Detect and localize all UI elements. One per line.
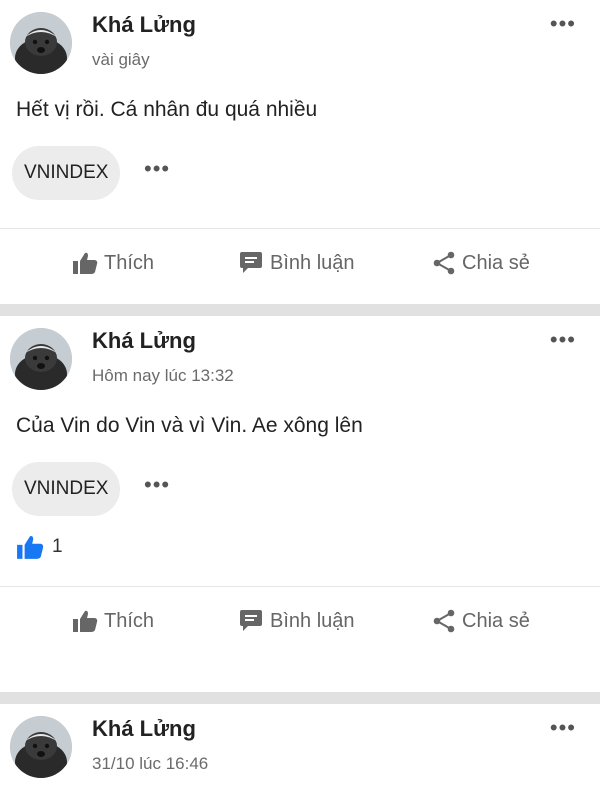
more-options-icon[interactable]: ••• xyxy=(550,13,576,35)
post-timestamp: vài giây xyxy=(92,50,150,69)
thumbs-up-icon xyxy=(73,252,98,274)
post-separator xyxy=(0,692,600,704)
post: Khá Lửng vài giây ••• Hết vị rồi. Cá nhâ… xyxy=(0,0,600,304)
stock-tag[interactable]: VNINDEX xyxy=(12,146,121,200)
comment-bubble-icon xyxy=(240,610,262,631)
post-separator xyxy=(0,304,600,316)
avatar[interactable] xyxy=(10,716,72,778)
share-icon xyxy=(433,251,455,275)
more-options-icon[interactable]: ••• xyxy=(550,329,576,351)
post-header: Khá Lửng vài giây ••• xyxy=(0,0,600,80)
share-label: Chia sẻ xyxy=(462,609,530,632)
post-text: Của Vin do Vin và vì Vin. Ae xông lên xyxy=(16,414,363,437)
post-timestamp: 31/10 lúc 16:46 xyxy=(92,754,209,773)
post-header: Khá Lửng Hôm nay lúc 13:32 ••• xyxy=(0,316,600,396)
comment-button[interactable]: Bình luận xyxy=(238,607,355,635)
author-name[interactable]: Khá Lửng xyxy=(92,12,196,38)
like-label: Thích xyxy=(104,609,155,632)
action-bar: Thích Bình luận Chia sẻ xyxy=(0,229,600,295)
post-text: Hết vị rồi. Cá nhân đu quá nhiều xyxy=(16,98,318,121)
share-icon xyxy=(433,609,455,633)
avatar[interactable] xyxy=(10,328,72,390)
like-button[interactable]: Thích xyxy=(72,249,154,277)
share-button[interactable]: Chia sẻ xyxy=(432,607,530,635)
author-name[interactable]: Khá Lửng xyxy=(92,716,196,742)
comment-bubble-icon xyxy=(240,252,262,273)
author-name[interactable]: Khá Lửng xyxy=(92,328,196,354)
more-options-icon[interactable]: ••• xyxy=(550,717,576,739)
post-header: Khá Lửng 31/10 lúc 16:46 ••• xyxy=(0,704,600,784)
post-timestamp: Hôm nay lúc 13:32 xyxy=(92,366,234,385)
post: Khá Lửng 31/10 lúc 16:46 ••• xyxy=(0,704,600,800)
thumbs-up-icon xyxy=(73,610,98,632)
avatar[interactable] xyxy=(10,12,72,74)
like-button[interactable]: Thích xyxy=(72,607,154,635)
tag-more-icon[interactable]: ••• xyxy=(144,156,170,182)
tag-more-icon[interactable]: ••• xyxy=(144,472,170,498)
like-count: 1 xyxy=(52,536,63,557)
post: Khá Lửng Hôm nay lúc 13:32 ••• Của Vin d… xyxy=(0,316,600,692)
comment-button[interactable]: Bình luận xyxy=(238,249,355,277)
comment-label: Bình luận xyxy=(270,609,355,632)
like-label: Thích xyxy=(104,251,155,274)
tag-row: VNINDEX ••• xyxy=(0,140,600,210)
stock-tag[interactable]: VNINDEX xyxy=(12,462,121,516)
share-button[interactable]: Chia sẻ xyxy=(432,249,530,277)
thumbs-up-icon xyxy=(17,536,44,559)
reaction-summary[interactable]: 1 xyxy=(0,526,600,572)
action-bar: Thích Bình luận Chia sẻ xyxy=(0,587,600,653)
tag-row: VNINDEX ••• xyxy=(0,456,600,526)
share-label: Chia sẻ xyxy=(462,251,530,274)
comment-label: Bình luận xyxy=(270,251,355,274)
